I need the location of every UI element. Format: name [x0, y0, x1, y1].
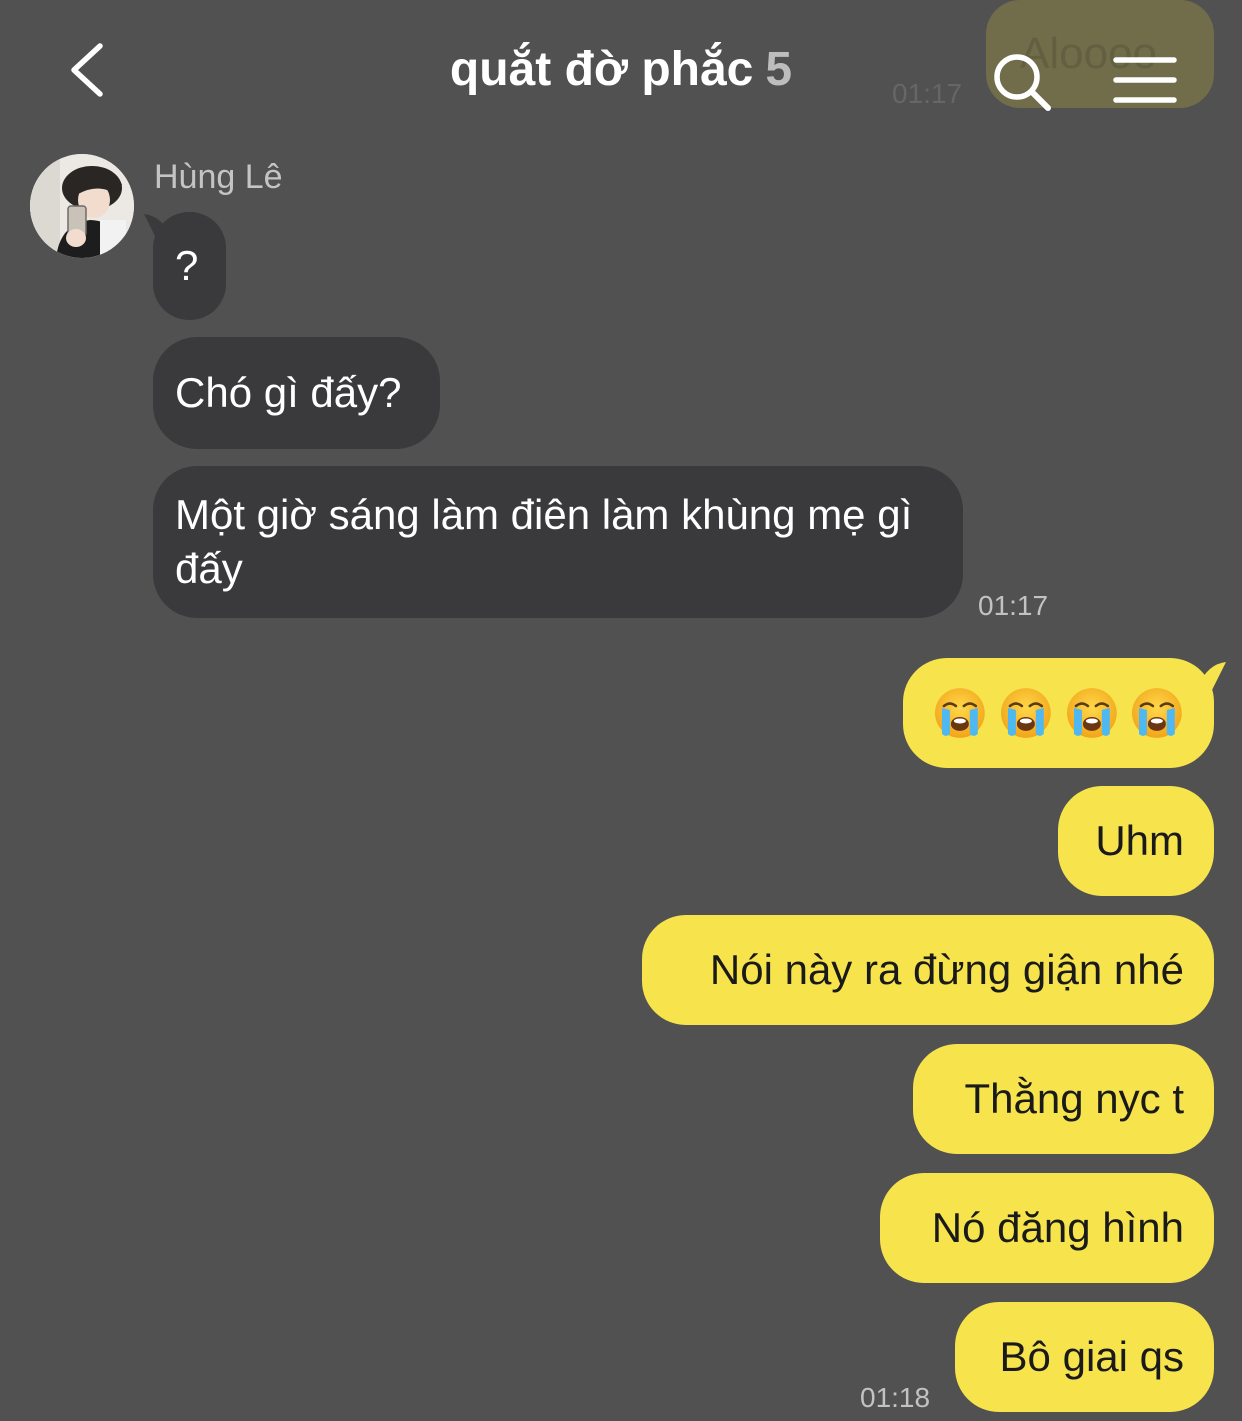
- group-name: quắt đờ phắc: [449, 43, 754, 96]
- crying-face-icon: [1066, 688, 1117, 738]
- message-time: 01:17: [978, 590, 1049, 621]
- message-text: ?: [175, 242, 199, 289]
- message-time: 01:18: [860, 1382, 931, 1413]
- message-text: Nó đăng hình: [931, 1204, 1184, 1251]
- outgoing-message[interactable]: Bô giai qs: [955, 1302, 1214, 1412]
- sender-name: Hùng Lê: [154, 158, 283, 196]
- outgoing-message[interactable]: Uhm: [1058, 786, 1214, 896]
- chat-title: quắt đờ phắc 5: [0, 40, 1242, 100]
- crying-face-icon: [1000, 688, 1051, 738]
- message-text: Bô giai qs: [999, 1333, 1184, 1380]
- message-text: Nói này ra đừng giận nhé: [709, 946, 1184, 993]
- outgoing-message[interactable]: Thằng nyc t: [913, 1044, 1214, 1154]
- emoji-row: [933, 658, 1184, 768]
- message-text: Chó gì đấy?: [175, 369, 402, 416]
- message-text: Thằng nyc t: [964, 1075, 1184, 1122]
- incoming-message[interactable]: Một giờ sáng làm điên làm khùng mẹ gì đấ…: [153, 466, 963, 618]
- outgoing-message[interactable]: Nói này ra đừng giận nhé: [642, 915, 1214, 1025]
- member-count: 5: [765, 43, 793, 96]
- avatar[interactable]: [30, 154, 134, 258]
- outgoing-message[interactable]: [903, 658, 1214, 768]
- incoming-message[interactable]: ?: [153, 212, 226, 320]
- search-icon[interactable]: [990, 50, 1054, 114]
- outgoing-message[interactable]: Nó đăng hình: [880, 1173, 1214, 1283]
- incoming-message[interactable]: Chó gì đấy?: [153, 337, 440, 449]
- message-text: Uhm: [1095, 817, 1184, 864]
- crying-face-icon: [1132, 688, 1183, 738]
- crying-face-icon: [934, 688, 985, 738]
- menu-icon[interactable]: [1110, 54, 1180, 106]
- message-text: Một giờ sáng làm điên làm khùng mẹ gì đấ…: [175, 491, 913, 592]
